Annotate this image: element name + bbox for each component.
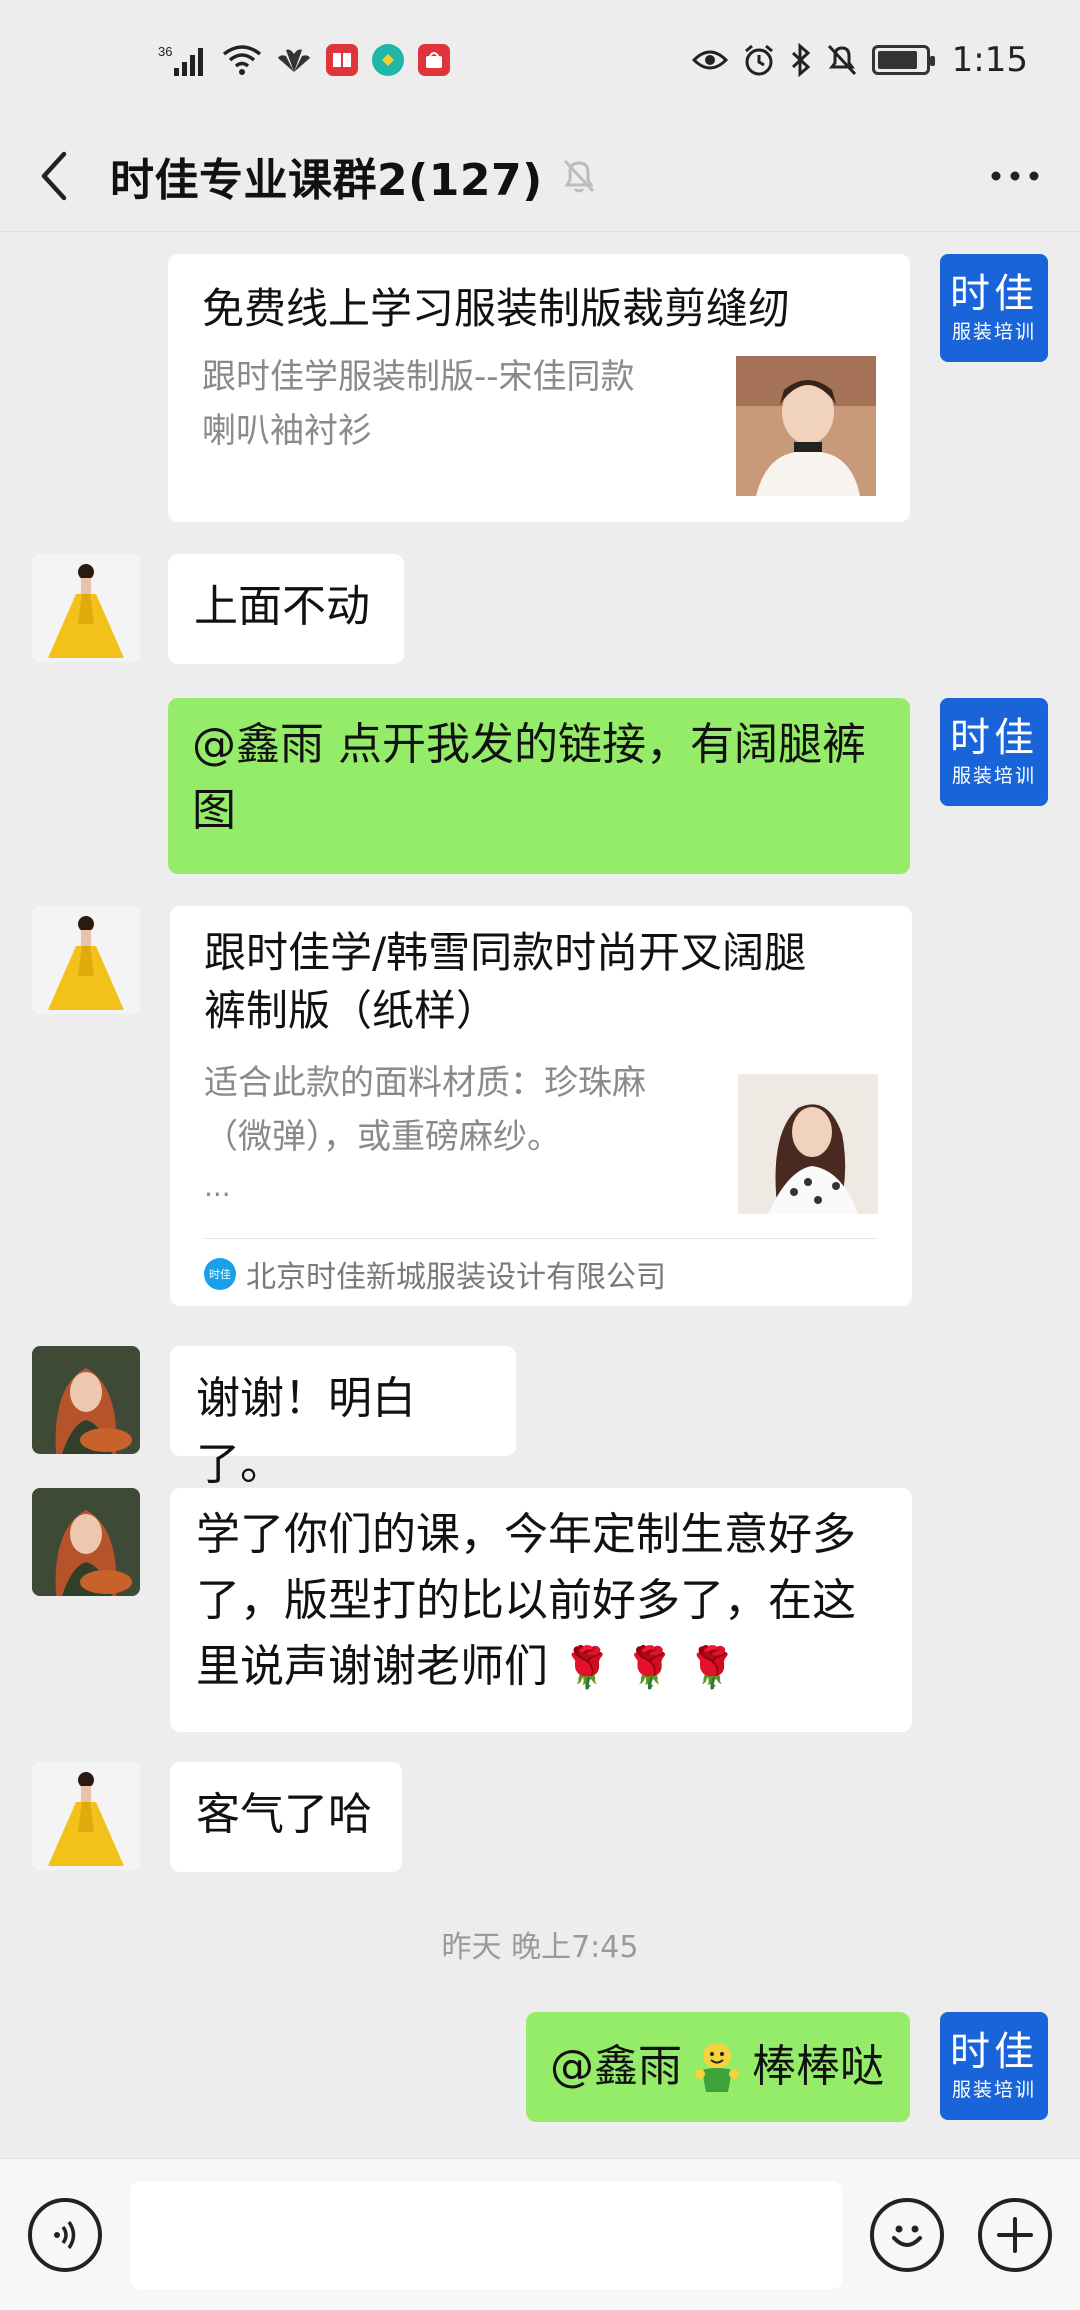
- message-text-line1: 学了你们的课，今年定制生意好多: [196, 1509, 856, 1560]
- article-card-message[interactable]: 跟时佳学/韩雪同款时尚开叉阔腿 裤制版（纸样） 适合此款的面料材质：珍珠麻 （微…: [170, 906, 912, 1306]
- self-avatar[interactable]: 时佳 服装培训: [940, 698, 1048, 806]
- message-timestamp: 昨天 晚上7:45: [441, 1930, 639, 1965]
- rose-emoji: 🌹 🌹 🌹: [562, 1645, 737, 1691]
- message-text-line3: 里说声谢谢老师们: [196, 1641, 548, 1692]
- red-hair-avatar[interactable]: [32, 1488, 140, 1596]
- battery-icon: [871, 45, 935, 75]
- brand-avatar-line1: 时佳: [950, 715, 1038, 761]
- bluetooth-icon: [790, 43, 812, 77]
- message-text-line1: @鑫雨 点开我发的链接，有阔腿裤: [192, 719, 866, 770]
- notifications-off-icon: [826, 43, 858, 77]
- message-text: 棒棒哒: [752, 2041, 884, 2092]
- more-dots-icon: [991, 171, 1039, 181]
- self-avatar[interactable]: 时佳 服装培训: [940, 254, 1048, 362]
- brand-avatar-line2: 服装培训: [951, 2079, 1036, 2101]
- message-text: 客气了哈: [196, 1789, 372, 1840]
- voice-icon: [54, 2221, 76, 2249]
- more-options-button[interactable]: [990, 120, 1040, 232]
- more-functions-button[interactable]: [978, 2198, 1052, 2272]
- article-card-desc-line2: （微弹），或重磅麻纱。: [204, 1117, 561, 1157]
- message-text-field[interactable]: [130, 2181, 842, 2289]
- brand-avatar-line1: 时佳: [950, 271, 1038, 317]
- eye-icon: [691, 46, 728, 74]
- article-card-desc-line1: 适合此款的面料材质：珍珠麻: [204, 1063, 646, 1103]
- status-time: 1:15: [951, 40, 1028, 80]
- message-bubble[interactable]: 上面不动: [168, 554, 404, 664]
- voice-input-button[interactable]: [28, 2198, 102, 2272]
- emoji-button[interactable]: [870, 2198, 944, 2272]
- brand-avatar-line2: 服装培训: [951, 765, 1036, 787]
- message-input-bar: [0, 2158, 1080, 2310]
- message-bubble[interactable]: 客气了哈: [170, 1762, 402, 1872]
- message-text-line2: 了，版型打的比以前好多了，在这: [196, 1575, 856, 1626]
- link-card-desc-line1: 跟时佳学服装制版--宋佳同款: [202, 357, 635, 397]
- wifi-icon: [222, 44, 262, 76]
- message-mention: @鑫雨: [550, 2041, 682, 2092]
- network-type: 36: [158, 44, 172, 59]
- red-hair-avatar[interactable]: [32, 1346, 140, 1454]
- card-divider: [204, 1238, 878, 1239]
- status-bar-left: 36: [158, 42, 450, 78]
- article-card-thumbnail: [738, 1074, 878, 1214]
- alarm-icon: [742, 43, 776, 77]
- brand-avatar-line2: 服装培训: [951, 321, 1036, 343]
- huawei-icon: [276, 46, 312, 74]
- link-card-thumbnail: [736, 356, 876, 496]
- battery-fill: [877, 51, 917, 69]
- back-button[interactable]: [0, 120, 110, 232]
- article-card-desc-ellipsis: ...: [204, 1170, 231, 1203]
- message-bubble[interactable]: @鑫雨 棒棒哒: [526, 2012, 910, 2122]
- message-text-line2: 图: [192, 785, 236, 836]
- cellular-signal-icon: 36: [158, 42, 208, 78]
- self-avatar[interactable]: 时佳 服装培训: [940, 2012, 1048, 2120]
- browser-app-icon: [372, 44, 404, 76]
- shopping-app-icon: [418, 44, 450, 76]
- chat-title[interactable]: 时佳专业课群2(127): [110, 144, 543, 208]
- message-text: 上面不动: [194, 581, 370, 632]
- publisher-logo-icon: 时佳: [204, 1258, 236, 1290]
- smiley-icon: [892, 2225, 922, 2247]
- article-card-title-line1: 跟时佳学/韩雪同款时尚开叉阔腿: [204, 928, 807, 977]
- message-bubble[interactable]: 谢谢！明白了。: [170, 1346, 516, 1490]
- article-card-title-line2: 裤制版（纸样）: [204, 986, 499, 1035]
- chat-header: 时佳专业课群2(127): [0, 120, 1080, 232]
- yellow-dress-avatar[interactable]: [32, 1762, 140, 1870]
- link-card-desc-line2: 喇叭袖衬衫: [202, 411, 372, 451]
- plus-icon: [997, 2217, 1033, 2253]
- message-text-line3-wrap: 里说声谢谢老师们 🌹 🌹 🌹: [196, 1634, 886, 1701]
- message-list[interactable]: 时佳 服装培训 免费线上学习服装制版裁剪缝纫 跟时佳学服装制版--宋佳同款 喇叭…: [0, 232, 1080, 2158]
- link-card-message[interactable]: 免费线上学习服装制版裁剪缝纫 跟时佳学服装制版--宋佳同款 喇叭袖衬衫: [168, 254, 910, 522]
- thumbs-up-emoji-icon: [692, 2040, 742, 2094]
- mute-bell-icon: [561, 157, 597, 195]
- status-bar: 36 1:15: [0, 0, 1080, 120]
- chevron-left-icon: [41, 151, 67, 200]
- message-bubble[interactable]: @鑫雨 点开我发的链接，有阔腿裤 图: [168, 698, 910, 874]
- article-card-source-name: 北京时佳新城服装设计有限公司: [246, 1260, 666, 1295]
- reader-app-icon: [326, 44, 358, 76]
- brand-avatar-line1: 时佳: [950, 2029, 1038, 2075]
- article-card-source: 时佳 北京时佳新城服装设计有限公司: [204, 1252, 666, 1296]
- link-card-title: 免费线上学习服装制版裁剪缝纫: [202, 284, 791, 333]
- yellow-dress-avatar[interactable]: [32, 906, 140, 1014]
- status-bar-right: 1:15: [691, 40, 1028, 80]
- yellow-dress-avatar[interactable]: [32, 554, 140, 662]
- message-bubble[interactable]: 学了你们的课，今年定制生意好多 了，版型打的比以前好多了，在这 里说声谢谢老师们…: [170, 1488, 912, 1732]
- message-text: 谢谢！明白了。: [196, 1373, 416, 1490]
